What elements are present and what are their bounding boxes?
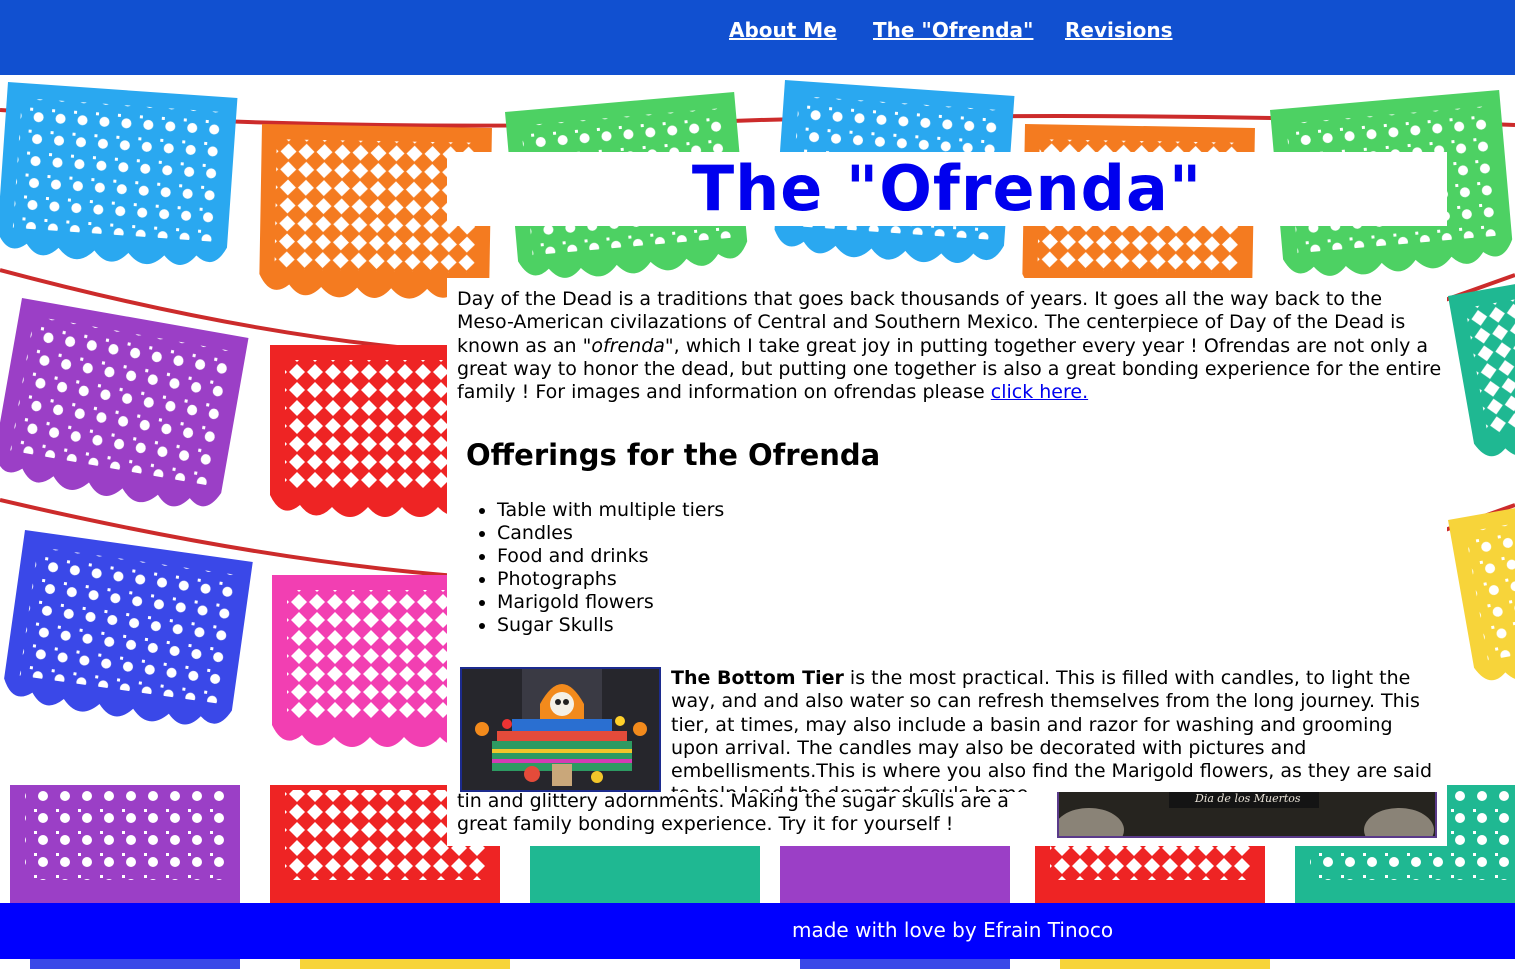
altar-photo (460, 667, 661, 792)
sugar-skull-photo: Dia de los Muertos (1057, 792, 1437, 838)
offerings-heading: Offerings for the Ofrenda (466, 438, 881, 472)
intro-paragraph: Day of the Dead is a traditions that goe… (457, 288, 1442, 404)
footer-credit: made with love by Efrain Tinoco (792, 918, 1114, 942)
sugar-skull-paragraph: tin and glittery adornments. Making the … (457, 792, 1009, 836)
list-item: Candles (497, 522, 724, 545)
sugar-skull-caption: Dia de los Muertos (1195, 792, 1301, 805)
top-nav: About Me The "Ofrenda" Revisions (0, 0, 1515, 75)
list-item: Table with multiple tiers (497, 499, 724, 522)
bottom-tier-paragraph: The Bottom Tier is the most practical. T… (671, 667, 1441, 792)
list-item: Marigold flowers (497, 591, 724, 614)
list-item: Sugar Skulls (497, 614, 724, 637)
page-title: The "Ofrenda" (691, 152, 1203, 225)
main-content: Day of the Dead is a traditions that goe… (447, 278, 1447, 792)
click-here-link[interactable]: click here. (991, 381, 1088, 403)
nav-link-ofrenda[interactable]: The "Ofrenda" (873, 18, 1033, 42)
nav-link-revisions[interactable]: Revisions (1065, 18, 1173, 42)
nav-link-about-me[interactable]: About Me (729, 18, 837, 42)
sugar-skull-section: tin and glittery adornments. Making the … (447, 792, 1447, 846)
bottom-tier-title: The Bottom Tier (671, 667, 844, 689)
offerings-list: Table with multiple tiers Candles Food a… (477, 499, 724, 637)
list-item: Food and drinks (497, 545, 724, 568)
intro-emphasis: "ofrenda" (582, 334, 674, 357)
footer: made with love by Efrain Tinoco (0, 903, 1515, 959)
title-band: The "Ofrenda" (447, 152, 1447, 226)
list-item: Photographs (497, 568, 724, 591)
